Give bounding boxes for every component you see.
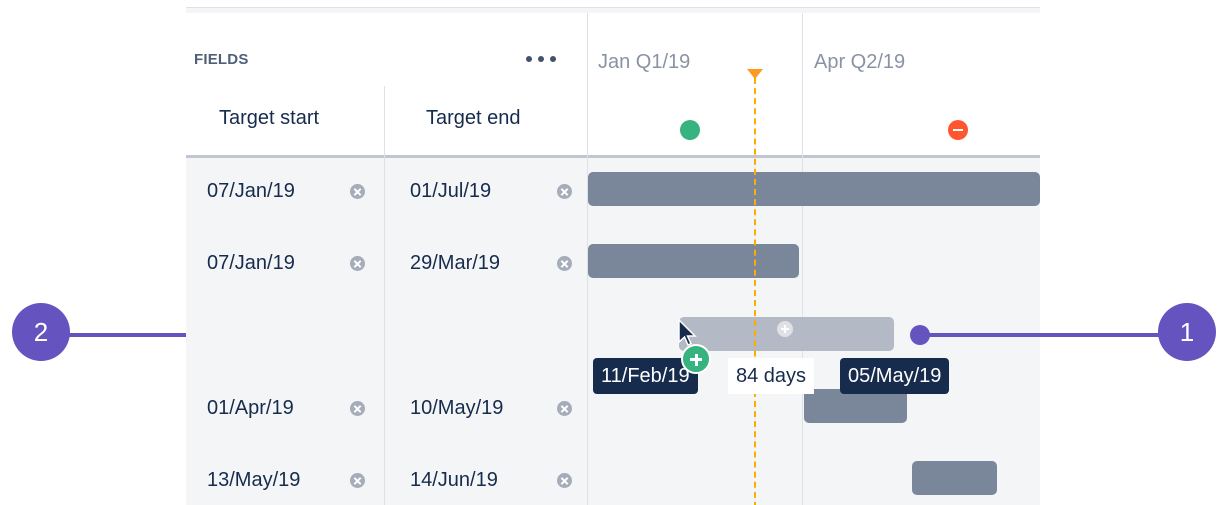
- status-dot-green-icon: [680, 120, 700, 140]
- target-start-cell[interactable]: 07/Jan/19: [207, 180, 295, 203]
- timeline-bar[interactable]: [912, 461, 997, 495]
- target-end-cell[interactable]: 29/Mar/19: [410, 252, 500, 275]
- target-end-cell[interactable]: 14/Jun/19: [410, 469, 498, 492]
- target-start-cell[interactable]: 01/Apr/19: [207, 397, 294, 420]
- clear-icon[interactable]: [350, 473, 365, 488]
- header-divider: [186, 155, 1040, 158]
- timeline-bar[interactable]: [804, 389, 907, 423]
- column-divider: [384, 86, 385, 505]
- add-plus-green-icon: [681, 344, 711, 374]
- timeline-quarter-q2: Apr Q2/19: [814, 51, 906, 73]
- clear-icon[interactable]: [350, 256, 365, 271]
- callout-badge-2: 2: [12, 303, 70, 361]
- today-line: [754, 78, 756, 505]
- timeline-bar[interactable]: [588, 172, 1040, 206]
- clear-icon[interactable]: [557, 401, 572, 416]
- clear-icon[interactable]: [557, 256, 572, 271]
- clear-icon[interactable]: [557, 473, 572, 488]
- clear-icon[interactable]: [350, 401, 365, 416]
- roadmap-panel: FIELDS Target start Target end Jan Q1/19…: [186, 7, 1040, 505]
- target-end-cell[interactable]: 01/Jul/19: [410, 180, 491, 203]
- drag-duration-label: 84 days: [728, 358, 815, 394]
- more-horizontal-icon[interactable]: [526, 54, 558, 64]
- target-start-cell[interactable]: 07/Jan/19: [207, 252, 295, 275]
- quarter-divider: [802, 13, 803, 505]
- plus-circle-icon: [777, 321, 793, 337]
- callout-badge-1: 1: [1158, 303, 1216, 361]
- column-header-target-end[interactable]: Target end: [426, 107, 521, 130]
- status-minus-red-icon: [948, 120, 968, 140]
- roadmap-header: FIELDS Target start Target end Jan Q1/19…: [186, 13, 1040, 155]
- fields-label: FIELDS: [194, 51, 249, 68]
- callout-1-leader-line: [920, 333, 1160, 337]
- column-header-target-start[interactable]: Target start: [219, 107, 319, 130]
- timeline-bar[interactable]: [588, 244, 799, 278]
- drag-end-date-label: 05/May/19: [840, 358, 950, 394]
- timeline-quarter-q1: Jan Q1/19: [598, 51, 691, 73]
- clear-icon[interactable]: [350, 184, 365, 199]
- clear-icon[interactable]: [557, 184, 572, 199]
- target-end-cell[interactable]: 10/May/19: [410, 397, 503, 420]
- target-start-cell[interactable]: 13/May/19: [207, 469, 300, 492]
